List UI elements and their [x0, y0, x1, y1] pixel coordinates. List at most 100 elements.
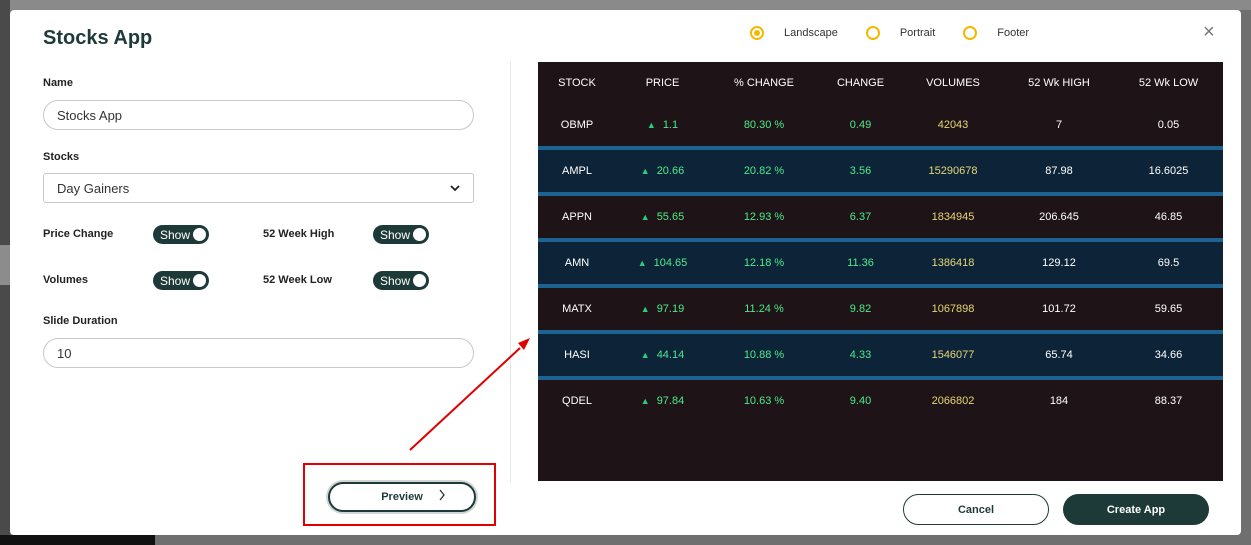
arrow-up-icon: ▲ [640, 166, 650, 176]
table-cell-low: 34.66 [1154, 349, 1183, 361]
table-cell-price-value: 20.66 [656, 165, 685, 177]
slide-duration-label: Slide Duration [43, 315, 118, 327]
table-cell-low: 59.65 [1154, 303, 1183, 315]
table-row: HASI ▲ 44.14 10.88 % 4.33 1546077 65.74 34.66 [538, 334, 1223, 376]
price-change-toggle-label: Show [160, 227, 191, 242]
table-cell-change: 11.36 [847, 257, 874, 269]
radio-dot-landscape[interactable] [750, 26, 764, 40]
arrow-up-icon: ▲ [640, 396, 650, 406]
table-cell-price: ▲ 104.65 [616, 257, 709, 269]
table-cell-change: 0.49 [849, 119, 872, 131]
chevron-right-icon [439, 489, 445, 501]
week52-high-toggle-label: Show [380, 227, 411, 242]
table-cell-high: 65.74 [1045, 349, 1073, 361]
week52-low-label: 52 Week Low [263, 274, 332, 286]
table-row: AMN ▲ 104.65 12.18 % 11.36 1386418 129.12 69.5 [538, 242, 1223, 284]
cancel-button[interactable]: Cancel [903, 494, 1049, 525]
table-header-volumes: VOLUMES [926, 77, 980, 89]
table-row: QDEL ▲ 97.84 10.63 % 9.40 2066802 184 88.37 [538, 380, 1223, 422]
table-cell-price: ▲ 97.19 [616, 303, 709, 315]
table-cell-stock: AMPL [562, 165, 592, 177]
cancel-button-label: Cancel [957, 503, 995, 516]
arrow-up-icon: ▲ [640, 304, 650, 314]
table-cell-stock: MATX [562, 303, 592, 315]
preview-button[interactable]: Preview [328, 482, 476, 512]
table-header-row: STOCK PRICE % CHANGE CHANGE VOLUMES 52 W… [538, 62, 1223, 104]
radio-footer[interactable]: Footer [963, 26, 1029, 40]
table-cell-pct: 11.24 % [744, 303, 784, 315]
table-cell-price: ▲ 1.1 [616, 119, 709, 131]
table-header-52wk-low: 52 Wk LOW [1138, 77, 1199, 89]
table-header-price: PRICE [645, 77, 680, 89]
table-cell-low: 16.6025 [1148, 165, 1189, 177]
table-cell-high: 184 [1049, 395, 1069, 407]
radio-label-footer: Footer [997, 27, 1030, 39]
slide-duration-input[interactable]: 10 [43, 338, 474, 368]
table-header-52wk-high: 52 Wk HIGH [1028, 77, 1090, 89]
table-cell-pct: 80.30 % [743, 119, 785, 131]
table-cell-pct: 10.88 % [743, 349, 785, 361]
background-left-bottom [0, 535, 155, 545]
close-icon[interactable]: × [1203, 22, 1215, 42]
table-cell-pct: 10.63 % [743, 395, 785, 407]
volumes-label: Volumes [43, 274, 89, 286]
table-cell-price: ▲ 55.65 [616, 211, 709, 223]
arrow-up-icon: ▲ [640, 212, 650, 222]
toggle-knob [413, 274, 426, 287]
week52-low-toggle-label: Show [380, 273, 411, 288]
name-label: Name [43, 77, 73, 89]
table-cell-price: ▲ 44.14 [616, 349, 709, 361]
table-cell-volume: 1386418 [931, 257, 975, 269]
table-row: OBMP ▲ 1.1 80.30 % 0.49 42043 7 0.05 [538, 104, 1223, 146]
table-header-stock: STOCK [558, 77, 596, 89]
radio-dot-portrait[interactable] [865, 26, 880, 40]
toggle-knob [193, 274, 206, 287]
table-cell-price: ▲ 20.66 [616, 165, 709, 177]
table-cell-price-value: 1.1 [662, 119, 679, 131]
table-cell-volume: 1546077 [931, 349, 975, 361]
slide-duration-value: 10 [57, 345, 72, 361]
radio-portrait[interactable]: Portrait [865, 26, 936, 40]
week52-high-toggle[interactable]: Show [373, 225, 429, 244]
toggle-knob [413, 228, 426, 241]
arrow-up-icon: ▲ [637, 258, 647, 268]
table-cell-price-value: 44.14 [656, 349, 685, 361]
table-cell-stock: AMN [564, 257, 590, 269]
table-cell-stock: QDEL [562, 395, 592, 407]
table-row: AMPL ▲ 20.66 20.82 % 3.56 15290678 87.98 16.602… [538, 150, 1223, 192]
radio-landscape[interactable]: Landscape [750, 26, 838, 40]
panel-divider [510, 62, 511, 482]
table-cell-low: 0.05 [1157, 119, 1180, 131]
name-input[interactable]: Stocks App [43, 100, 474, 130]
table-header-pct-change: % CHANGE [734, 77, 794, 89]
radio-dot-footer[interactable] [963, 26, 978, 40]
layout-radio-group: Landscape Portrait Footer [750, 26, 1057, 40]
table-cell-change: 9.82 [849, 303, 872, 315]
price-change-toggle[interactable]: Show [153, 225, 209, 244]
table-cell-price-value: 97.84 [656, 395, 685, 407]
create-app-button[interactable]: Create App [1063, 494, 1209, 525]
table-cell-low: 88.37 [1154, 395, 1183, 407]
table-cell-price-value: 104.65 [653, 257, 688, 269]
table-cell-high: 206.645 [1039, 211, 1079, 223]
table-row: APPN ▲ 55.65 12.93 % 6.37 1834945 206.645 46.85 [538, 196, 1223, 238]
table-cell-high: 7 [1055, 119, 1063, 131]
table-cell-volume: 2066802 [931, 395, 975, 407]
create-app-modal: Stocks App × Landscape Portrait Footer N… [10, 10, 1241, 535]
table-cell-pct: 12.93 % [743, 211, 785, 223]
arrow-up-icon: ▲ [640, 350, 650, 360]
preview-button-label: Preview [381, 491, 423, 503]
create-app-button-label: Create App [1106, 503, 1166, 516]
table-cell-stock: OBMP [560, 119, 594, 131]
stocks-preview-table: STOCK PRICE % CHANGE CHANGE VOLUMES 52 W… [538, 62, 1223, 481]
volumes-toggle-label: Show [160, 273, 191, 288]
table-cell-volume: 15290678 [928, 165, 978, 177]
stocks-select[interactable]: Day Gainers [43, 173, 474, 203]
radio-label-portrait: Portrait [899, 27, 936, 39]
modal-title: Stocks App [43, 27, 153, 49]
week52-low-toggle[interactable]: Show [373, 271, 429, 290]
stocks-select-value: Day Gainers [57, 180, 130, 196]
table-header-change: CHANGE [836, 77, 885, 89]
table-cell-price-value: 55.65 [656, 211, 685, 223]
volumes-toggle[interactable]: Show [153, 271, 209, 290]
